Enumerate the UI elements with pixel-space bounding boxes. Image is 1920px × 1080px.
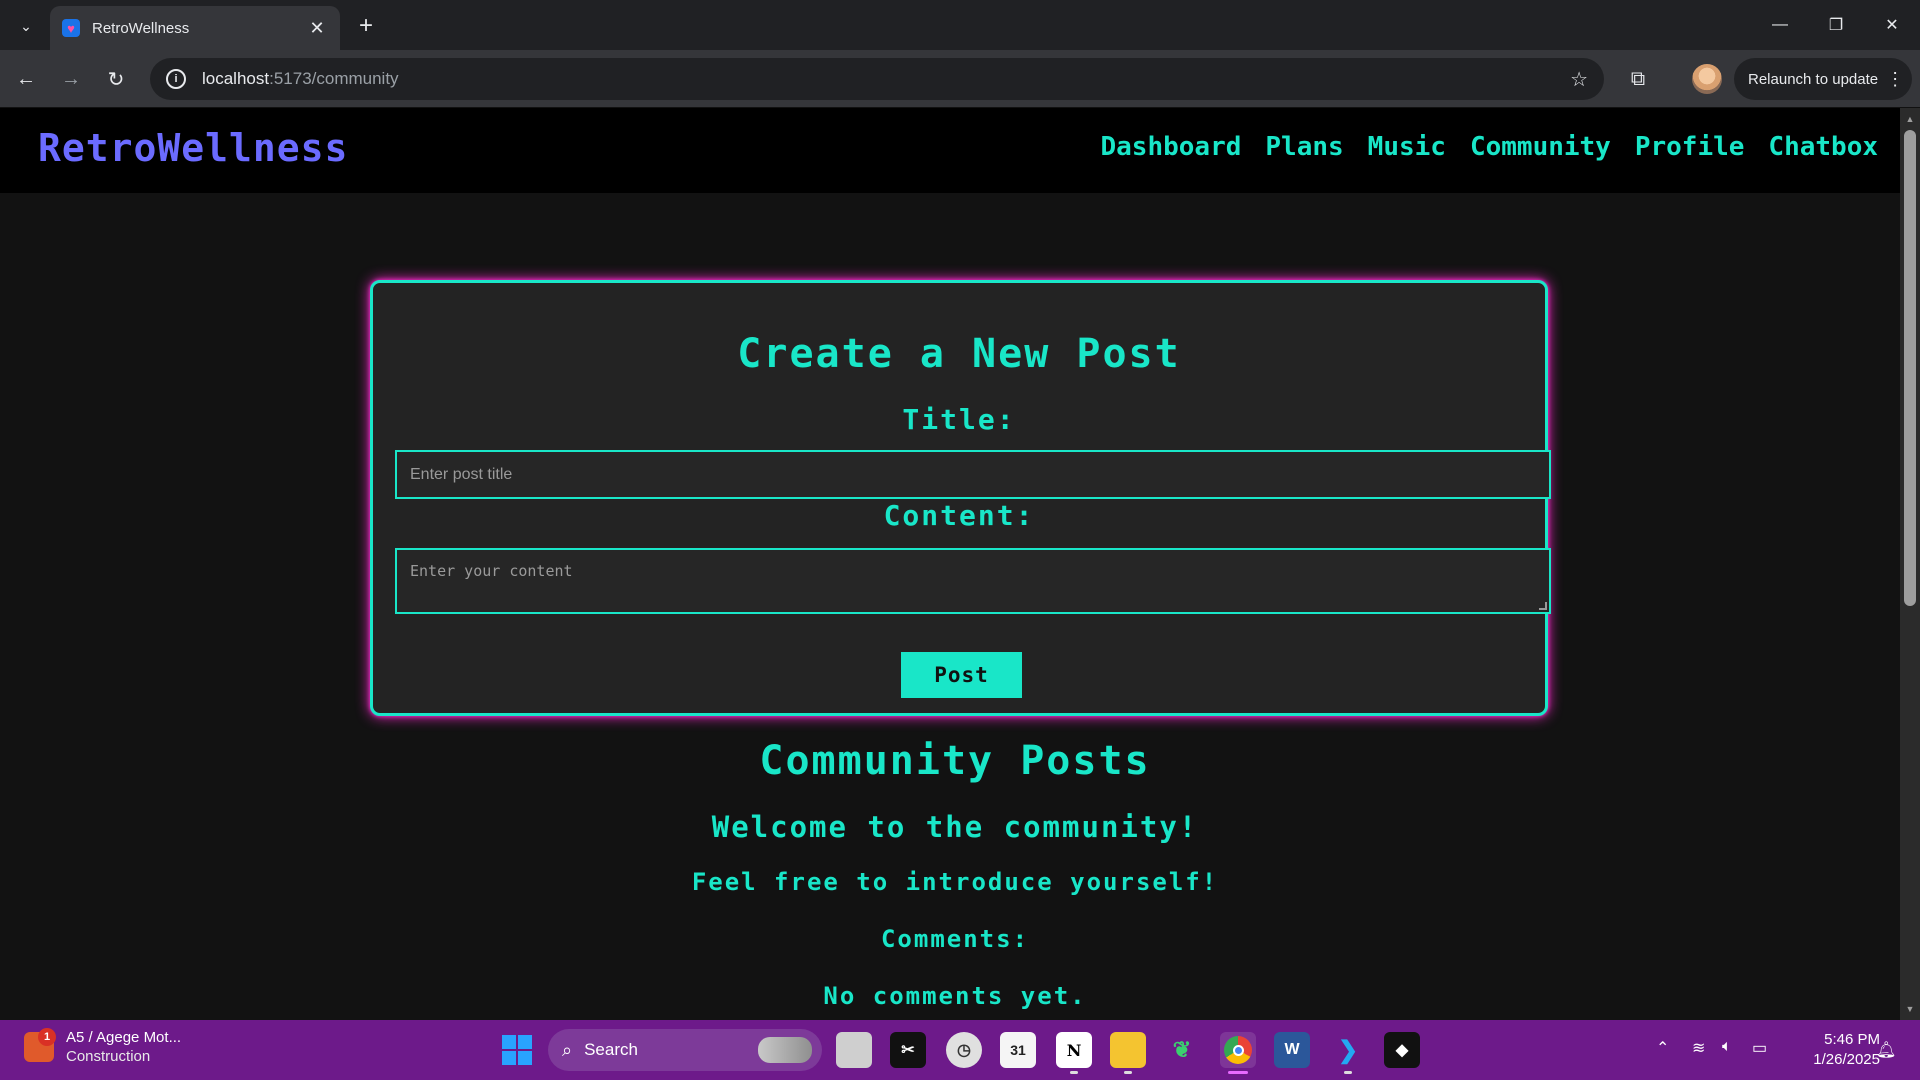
relaunch-button[interactable]: Relaunch to update ⋮ bbox=[1734, 58, 1912, 100]
browser-tab[interactable]: ♥ RetroWellness ✕ bbox=[50, 6, 340, 50]
scroll-thumb[interactable] bbox=[1904, 130, 1916, 606]
show-hidden-icons-chevron-icon[interactable]: ⌃ bbox=[1656, 1038, 1669, 1058]
nav-links: Dashboard Plans Music Community Profile … bbox=[1101, 132, 1879, 162]
bookmark-star-icon[interactable]: ☆ bbox=[1570, 67, 1588, 92]
close-tab-icon[interactable]: ✕ bbox=[306, 18, 328, 39]
word-icon[interactable]: W bbox=[1274, 1032, 1310, 1068]
vscode-icon[interactable]: ❯ bbox=[1330, 1032, 1366, 1074]
restore-icon[interactable]: ❐ bbox=[1808, 0, 1864, 50]
new-tab-plus-icon[interactable]: + bbox=[352, 12, 380, 40]
no-comments-text: No comments yet. bbox=[823, 982, 1087, 1010]
scroll-up-arrow-icon[interactable]: ▲ bbox=[1900, 110, 1920, 128]
news-title: A5 / Agege Mot... bbox=[66, 1029, 182, 1046]
news-badge: 1 bbox=[38, 1028, 56, 1046]
file-explorer-icon[interactable] bbox=[1110, 1032, 1146, 1074]
search-icon: ⌕ bbox=[562, 1039, 573, 1060]
post-title: Welcome to the community! bbox=[711, 810, 1199, 844]
traffic-news-icon: 1 bbox=[24, 1028, 56, 1062]
clock-date: 1/26/2025 bbox=[1813, 1051, 1880, 1068]
notion-letter: N bbox=[1066, 1040, 1082, 1060]
calendar-icon[interactable]: 31 bbox=[1000, 1032, 1036, 1068]
notion-icon[interactable]: N bbox=[1056, 1032, 1092, 1074]
notification-bell-icon[interactable]: 🔔︎ bbox=[1876, 1040, 1896, 1060]
nav-link-music[interactable]: Music bbox=[1368, 132, 1446, 162]
create-post-card: Create a New Post Title: Enter post titl… bbox=[370, 280, 1551, 716]
post-submit-button[interactable]: Post bbox=[901, 652, 1022, 698]
post-content-textarea[interactable]: Enter your content bbox=[395, 548, 1551, 614]
battery-icon[interactable]: ▭ bbox=[1752, 1038, 1767, 1058]
post-body: Feel free to introduce yourself! bbox=[691, 868, 1219, 896]
clock-time: 5:46 PM bbox=[1824, 1031, 1880, 1048]
content-label: Content: bbox=[883, 499, 1035, 532]
relaunch-label: Relaunch to update bbox=[1748, 70, 1879, 88]
reload-icon[interactable]: ↻ bbox=[100, 63, 132, 95]
create-post-heading: Create a New Post bbox=[737, 331, 1181, 377]
resize-grip-icon[interactable] bbox=[1539, 602, 1547, 610]
nav-link-profile[interactable]: Profile bbox=[1635, 132, 1745, 162]
post-title-placeholder: Enter post title bbox=[410, 465, 513, 483]
url-path: :5173/community bbox=[269, 69, 399, 88]
windows-taskbar: 1 A5 / Agege Mot... Construction ⌕ Searc… bbox=[0, 1020, 1920, 1080]
extensions-puzzle-icon[interactable]: ⧉ bbox=[1622, 63, 1654, 95]
taskbar-clock[interactable]: 5:46 PM 1/26/2025 bbox=[1790, 1030, 1880, 1070]
taskbar-search-label: Search bbox=[584, 1040, 638, 1059]
nav-link-plans[interactable]: Plans bbox=[1265, 132, 1343, 162]
site-brand-logo[interactable]: RetroWellness bbox=[38, 126, 348, 170]
nav-link-community[interactable]: Community bbox=[1470, 132, 1611, 162]
close-window-icon[interactable]: ✕ bbox=[1864, 0, 1920, 50]
minimize-icon[interactable]: — bbox=[1752, 0, 1808, 50]
browser-tabstrip: ⌄ ♥ RetroWellness ✕ + — ❐ ✕ bbox=[0, 0, 1920, 50]
scroll-down-arrow-icon[interactable]: ▼ bbox=[1900, 1000, 1920, 1018]
comments-label: Comments: bbox=[880, 925, 1030, 953]
news-subtitle: Construction bbox=[66, 1048, 151, 1065]
wifi-icon[interactable]: ≋ bbox=[1692, 1038, 1705, 1058]
post-title-input[interactable]: Enter post title bbox=[395, 450, 1551, 499]
address-bar[interactable]: i localhost:5173/community ☆ bbox=[150, 58, 1604, 100]
nav-link-chatbox[interactable]: Chatbox bbox=[1768, 132, 1878, 162]
roblox-icon[interactable]: ◆ bbox=[1384, 1032, 1420, 1068]
title-label: Title: bbox=[902, 403, 1016, 436]
forward-arrow-icon[interactable]: → bbox=[55, 63, 87, 95]
page-viewport: RetroWellness Dashboard Plans Music Comm… bbox=[0, 108, 1900, 1020]
profile-avatar[interactable] bbox=[1692, 64, 1722, 94]
browser-toolbar: ← → ↻ i localhost:5173/community ☆ ⧉ Rel… bbox=[0, 50, 1920, 108]
window-controls: — ❐ ✕ bbox=[1752, 0, 1920, 50]
post-content-placeholder: Enter your content bbox=[410, 562, 573, 580]
site-navbar: RetroWellness Dashboard Plans Music Comm… bbox=[0, 108, 1900, 193]
more-menu-icon[interactable]: ⋮ bbox=[1886, 69, 1904, 90]
url-host: localhost bbox=[202, 69, 270, 88]
nav-link-dashboard[interactable]: Dashboard bbox=[1101, 132, 1242, 162]
volume-icon[interactable]: 🔈︎ bbox=[1722, 1038, 1732, 1056]
taskbar-search[interactable]: ⌕ Search bbox=[548, 1029, 822, 1071]
capcut-icon[interactable]: ✂ bbox=[890, 1032, 926, 1068]
clock-app-icon[interactable]: ◷ bbox=[946, 1032, 982, 1068]
windows-start-icon[interactable] bbox=[502, 1035, 532, 1065]
file-manager-icon[interactable] bbox=[836, 1032, 872, 1068]
search-highlight-image bbox=[758, 1037, 812, 1063]
community-posts-heading: Community Posts bbox=[759, 738, 1151, 784]
page-scrollbar[interactable]: ▲ ▼ bbox=[1900, 108, 1920, 1020]
back-arrow-icon[interactable]: ← bbox=[10, 63, 42, 95]
tab-search-chevron-icon[interactable]: ⌄ bbox=[12, 12, 40, 40]
leaf-app-icon[interactable]: ❦ bbox=[1164, 1032, 1200, 1068]
chrome-icon[interactable] bbox=[1220, 1032, 1256, 1074]
news-widget[interactable]: 1 A5 / Agege Mot... Construction bbox=[24, 1028, 181, 1066]
heart-favicon-icon: ♥ bbox=[62, 19, 80, 37]
word-letter: W bbox=[1284, 1041, 1300, 1058]
tab-title: RetroWellness bbox=[92, 19, 190, 37]
site-info-icon[interactable]: i bbox=[166, 69, 186, 89]
